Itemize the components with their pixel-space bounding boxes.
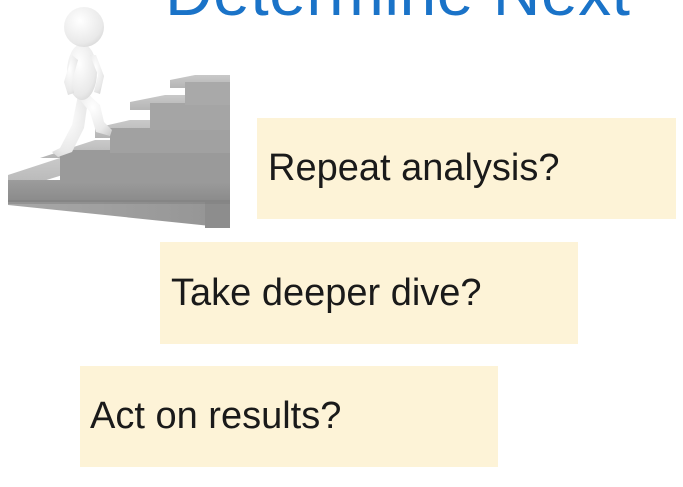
option-take-deeper-dive: Take deeper dive? [160, 242, 578, 344]
option-repeat-analysis: Repeat analysis? [257, 118, 676, 219]
option-label: Repeat analysis? [268, 147, 560, 189]
figure-climbing-stairs-icon [8, 7, 230, 228]
option-label: Act on results? [90, 395, 342, 437]
option-act-on-results: Act on results? [80, 366, 498, 467]
slide: Determine Next [0, 0, 683, 487]
option-label: Take deeper dive? [171, 271, 482, 314]
